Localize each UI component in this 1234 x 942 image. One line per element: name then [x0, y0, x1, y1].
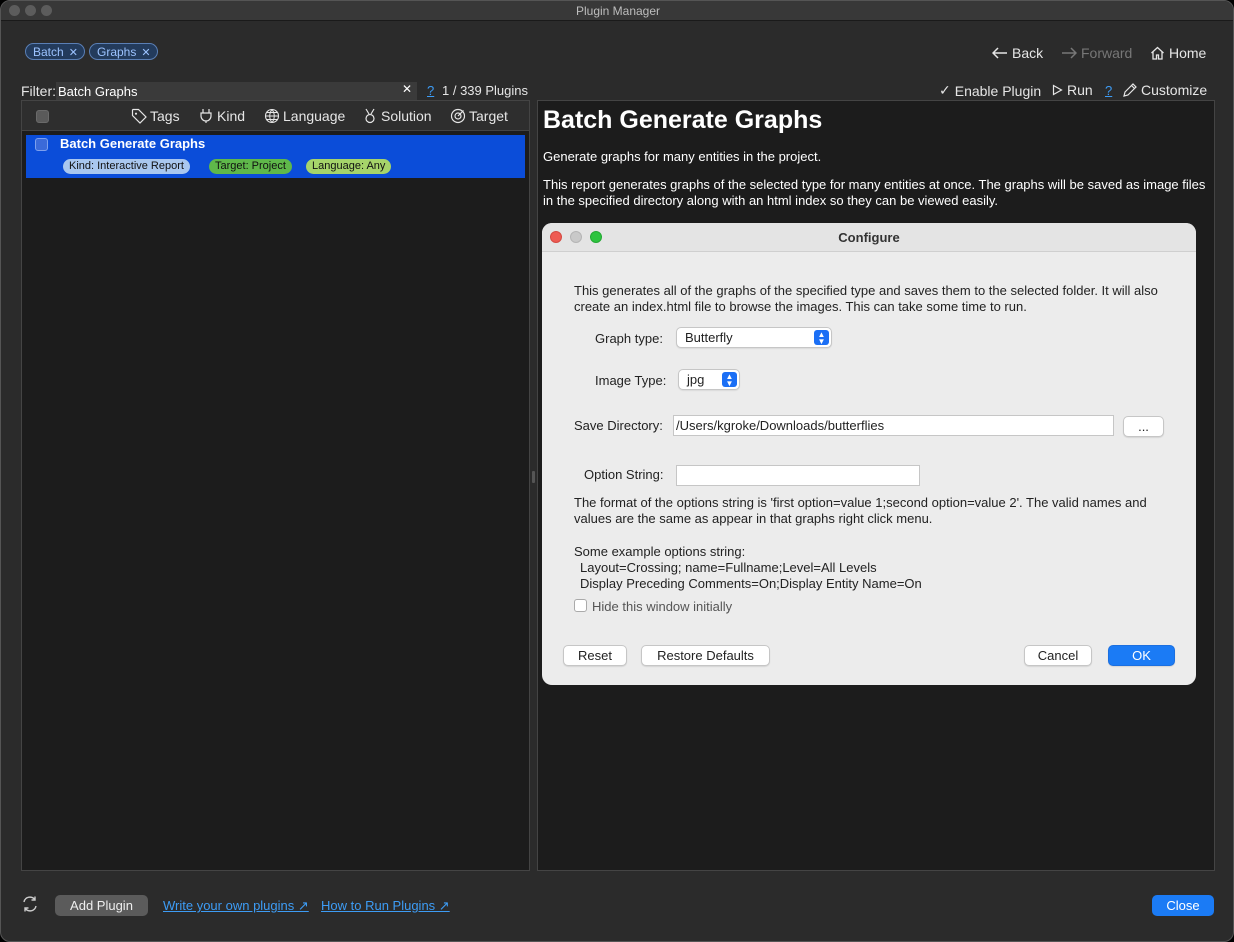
plug-icon: [200, 109, 212, 123]
dialog-title-bar: Configure: [542, 223, 1196, 252]
column-tags-label: Tags: [150, 108, 180, 124]
column-kind[interactable]: Kind: [198, 108, 245, 124]
action-help-link[interactable]: ?: [1105, 83, 1112, 98]
panel-splitter[interactable]: [532, 471, 535, 483]
column-solution[interactable]: Solution: [362, 108, 432, 124]
add-plugin-button[interactable]: Add Plugin: [55, 895, 148, 916]
reset-button[interactable]: Reset: [563, 645, 627, 666]
target-badge: Target: Project: [209, 159, 292, 174]
enable-plugin-label: Enable Plugin: [954, 82, 1042, 99]
column-header: Tags Kind Language Solution Target: [22, 101, 529, 131]
chevron-updown-icon: ▲ ▼: [814, 330, 829, 346]
forward-button[interactable]: Forward: [1061, 45, 1132, 61]
checkmark-icon: ✓: [939, 82, 951, 98]
example-line-1: Layout=Crossing; name=Fullname;Level=All…: [580, 560, 877, 575]
ok-button[interactable]: OK: [1108, 645, 1175, 666]
image-type-value: jpg: [687, 372, 705, 387]
example-line-2: Display Preceding Comments=On;Display En…: [580, 576, 922, 591]
home-button[interactable]: Home: [1150, 45, 1206, 61]
refresh-icon[interactable]: [21, 895, 39, 913]
column-target[interactable]: Target: [450, 108, 508, 124]
title-bar: Plugin Manager: [1, 1, 1233, 21]
graph-type-value: Butterfly: [685, 330, 733, 345]
image-type-label: Image Type:: [595, 373, 667, 388]
write-plugins-link[interactable]: Write your own plugins ↗: [163, 898, 309, 914]
example-heading: Some example options string:: [574, 544, 746, 559]
home-label: Home: [1169, 45, 1207, 61]
column-language[interactable]: Language: [264, 108, 345, 124]
remove-tag-icon[interactable]: ✕: [141, 46, 150, 59]
column-language-label: Language: [283, 108, 346, 124]
dialog-intro: This generates all of the graphs of the …: [574, 283, 1158, 314]
customize-button[interactable]: Customize: [1122, 82, 1207, 98]
hide-window-label: Hide this window initially: [592, 599, 733, 614]
run-button[interactable]: Run: [1052, 82, 1093, 98]
back-label: Back: [1012, 45, 1044, 61]
chevron-updown-icon: ▲ ▼: [722, 372, 737, 388]
graph-type-select[interactable]: Butterfly ▲ ▼: [676, 327, 832, 348]
restore-defaults-button[interactable]: Restore Defaults: [641, 645, 770, 666]
run-label: Run: [1067, 82, 1093, 98]
image-type-select[interactable]: jpg ▲ ▼: [678, 369, 740, 390]
arrow-right-icon: [1062, 47, 1077, 59]
tag-label: Batch: [33, 45, 64, 59]
plugin-manager-window: Plugin Manager Batch ✕ Graphs ✕ Back For…: [0, 0, 1234, 942]
enable-plugin-button[interactable]: ✓ Enable Plugin: [939, 82, 1041, 99]
close-button[interactable]: Close: [1152, 895, 1214, 916]
plugin-summary: Generate graphs for many entities in the…: [543, 149, 822, 164]
configure-dialog: Configure This generates all of the grap…: [542, 223, 1196, 685]
filter-tag-graphs[interactable]: Graphs ✕: [89, 43, 158, 60]
save-directory-label: Save Directory:: [574, 418, 663, 433]
cancel-button[interactable]: Cancel: [1024, 645, 1092, 666]
customize-label: Customize: [1141, 82, 1208, 98]
option-string-input[interactable]: [676, 465, 920, 486]
format-help-text: The format of the options string is 'fir…: [574, 495, 1147, 526]
tag-label: Graphs: [97, 45, 137, 59]
forward-label: Forward: [1081, 45, 1133, 61]
hide-window-checkbox[interactable]: [574, 599, 587, 612]
clear-filter-icon[interactable]: ✕: [400, 82, 414, 96]
pencil-icon: [1123, 82, 1137, 97]
play-icon: [1052, 84, 1063, 96]
save-directory-input[interactable]: [673, 415, 1114, 436]
dialog-title: Configure: [838, 230, 900, 245]
plugin-row[interactable]: Batch Generate Graphs Kind: Interactive …: [26, 135, 525, 178]
remove-tag-icon[interactable]: ✕: [69, 46, 78, 59]
filter-tag-batch[interactable]: Batch ✕: [25, 43, 85, 60]
plugin-row-checkbox[interactable]: [35, 138, 48, 151]
option-string-label: Option String:: [584, 467, 664, 482]
back-button[interactable]: Back: [992, 45, 1043, 61]
column-kind-label: Kind: [217, 108, 246, 124]
arrow-left-icon: [992, 47, 1007, 59]
column-target-label: Target: [469, 108, 508, 124]
column-solution-label: Solution: [381, 108, 432, 124]
filter-help-link[interactable]: ?: [427, 83, 434, 98]
browse-button[interactable]: ...: [1123, 416, 1164, 437]
medal-icon: [365, 108, 375, 124]
plugin-list-panel: Tags Kind Language Solution Target Batch…: [21, 100, 530, 871]
target-icon: [450, 108, 466, 124]
column-tags[interactable]: Tags: [131, 108, 180, 124]
home-icon: [1151, 46, 1164, 60]
graph-type-label: Graph type:: [595, 331, 663, 346]
filter-input[interactable]: [56, 82, 417, 100]
plugin-title: Batch Generate Graphs: [543, 106, 823, 134]
tag-icon: [131, 108, 147, 124]
kind-badge: Kind: Interactive Report: [63, 159, 190, 174]
filter-label: Filter:: [21, 83, 56, 99]
plugin-count: 1 / 339 Plugins: [442, 83, 529, 98]
plugin-name: Batch Generate Graphs: [60, 136, 206, 151]
select-all-checkbox[interactable]: [36, 110, 49, 123]
how-to-run-link[interactable]: How to Run Plugins ↗: [321, 898, 450, 914]
window-title: Plugin Manager: [575, 4, 661, 18]
globe-icon: [264, 108, 280, 124]
language-badge: Language: Any: [306, 159, 392, 174]
plugin-description: This report generates graphs of the sele…: [543, 177, 1206, 208]
